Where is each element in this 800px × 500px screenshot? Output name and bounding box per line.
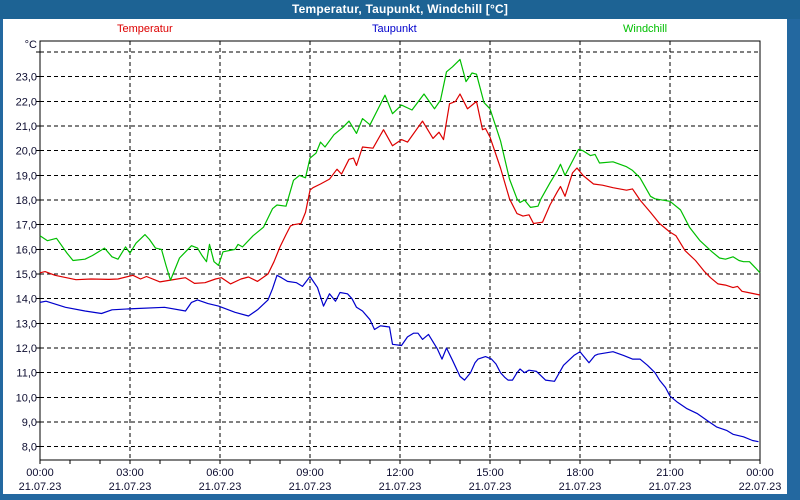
y-axis-label: 18,0 xyxy=(16,195,37,207)
y-axis-label: 9,0 xyxy=(22,417,37,429)
y-axis-label: 10,0 xyxy=(16,392,37,404)
x-axis-time-label: 15:00 xyxy=(476,467,504,479)
y-axis-unit-label: °C xyxy=(25,39,37,51)
x-axis-date-label: 21.07.23 xyxy=(289,481,332,493)
window-frame: Temperatur, Taupunkt, Windchill [°C] Tem… xyxy=(0,0,800,500)
x-axis-time-label: 12:00 xyxy=(386,467,414,479)
x-axis-date-label: 22.07.23 xyxy=(739,481,782,493)
y-axis-label: 11,0 xyxy=(16,368,37,380)
y-axis-label: 17,0 xyxy=(16,220,37,232)
series-taupunkt-line xyxy=(39,274,759,443)
y-axis-label: 21,0 xyxy=(16,121,37,133)
y-axis-label: 8,0 xyxy=(22,442,37,454)
x-axis-time-label: 00:00 xyxy=(26,467,54,479)
y-axis-label: 16,0 xyxy=(16,244,37,256)
y-axis-label: 13,0 xyxy=(16,318,37,330)
y-axis-label: 14,0 xyxy=(16,294,37,306)
x-axis-date-label: 21.07.23 xyxy=(379,481,422,493)
chart-plot-area: 8,0 9,0 10,0 11,0 12,0 13,0 14,0 15,0 16,0 17,0 18… xyxy=(16,39,782,493)
chart-content: Temperatur Taupunkt Windchill 8,0 9,0 10,0… xyxy=(3,19,787,494)
title-bar: Temperatur, Taupunkt, Windchill [°C] xyxy=(0,0,800,19)
x-axis-time-label: 18:00 xyxy=(566,467,594,479)
x-axis-date-label: 21.07.23 xyxy=(649,481,692,493)
x-axis-date-label: 21.07.23 xyxy=(19,481,62,493)
x-axis-date-label: 21.07.23 xyxy=(109,481,152,493)
y-axis-label: 12,0 xyxy=(16,343,37,355)
series-temperatur-line xyxy=(39,93,761,296)
x-axis-time-label: 03:00 xyxy=(116,467,144,479)
y-axis-label: 23,0 xyxy=(16,72,37,84)
y-axis-label: 20,0 xyxy=(16,146,37,158)
x-axis-date-label: 21.07.23 xyxy=(469,481,512,493)
chart-title: Temperatur, Taupunkt, Windchill [°C] xyxy=(291,2,509,16)
x-axis-time-label: 00:00 xyxy=(746,467,774,479)
y-axis-label: 19,0 xyxy=(16,170,37,182)
x-axis-date-label: 21.07.23 xyxy=(559,481,602,493)
y-axis-label: 22,0 xyxy=(16,96,37,108)
x-axis-date-label: 21.07.23 xyxy=(199,481,242,493)
x-axis-time-label: 21:00 xyxy=(656,467,684,479)
y-axis-label: 15,0 xyxy=(16,269,37,281)
x-axis-time-label: 09:00 xyxy=(296,467,324,479)
x-axis-time-label: 06:00 xyxy=(206,467,234,479)
